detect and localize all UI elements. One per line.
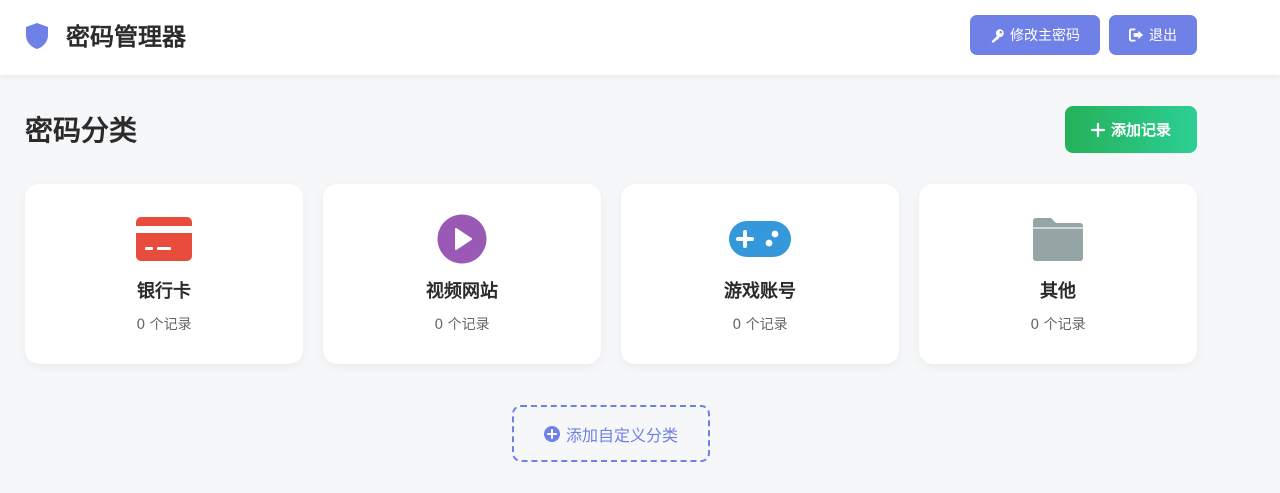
folder-icon xyxy=(1033,218,1083,261)
logout-label: 退出 xyxy=(1149,28,1177,44)
category-card-game-accounts[interactable]: 游戏账号 0 个记录 xyxy=(621,184,899,364)
plus-circle-icon xyxy=(543,425,560,442)
category-card-other[interactable]: 其他 0 个记录 xyxy=(919,184,1197,364)
app-title: 密码管理器 xyxy=(66,23,186,51)
category-card-video-sites[interactable]: 视频网站 0 个记录 xyxy=(323,184,601,364)
category-count: 0 个记录 xyxy=(136,317,192,333)
play-circle-icon xyxy=(437,214,487,264)
shield-icon xyxy=(26,23,48,49)
plus-icon xyxy=(1090,122,1105,137)
category-card-bank-card[interactable]: 银行卡 0 个记录 xyxy=(25,184,303,364)
category-name: 游戏账号 xyxy=(724,281,796,302)
category-count: 0 个记录 xyxy=(1030,317,1086,333)
gamepad-icon xyxy=(729,221,791,257)
add-record-button[interactable]: 添加记录 xyxy=(1065,106,1197,153)
add-record-label: 添加记录 xyxy=(1110,121,1171,139)
category-name: 银行卡 xyxy=(137,281,191,302)
change-master-password-label: 修改主密码 xyxy=(1010,28,1080,44)
logout-button[interactable]: 退出 xyxy=(1109,15,1197,55)
category-count: 0 个记录 xyxy=(732,317,788,333)
add-custom-category-button[interactable]: 添加自定义分类 xyxy=(512,405,710,462)
add-custom-category-label: 添加自定义分类 xyxy=(565,425,678,445)
app-header: 密码管理器 修改主密码 退出 xyxy=(0,0,1280,75)
category-name: 视频网站 xyxy=(426,281,498,302)
change-master-password-button[interactable]: 修改主密码 xyxy=(970,15,1100,55)
credit-card-icon xyxy=(136,217,192,261)
key-icon xyxy=(991,28,1004,43)
sign-out-icon xyxy=(1129,28,1144,42)
category-name: 其他 xyxy=(1040,281,1076,302)
page-title: 密码分类 xyxy=(25,114,138,147)
category-count: 0 个记录 xyxy=(434,317,490,333)
